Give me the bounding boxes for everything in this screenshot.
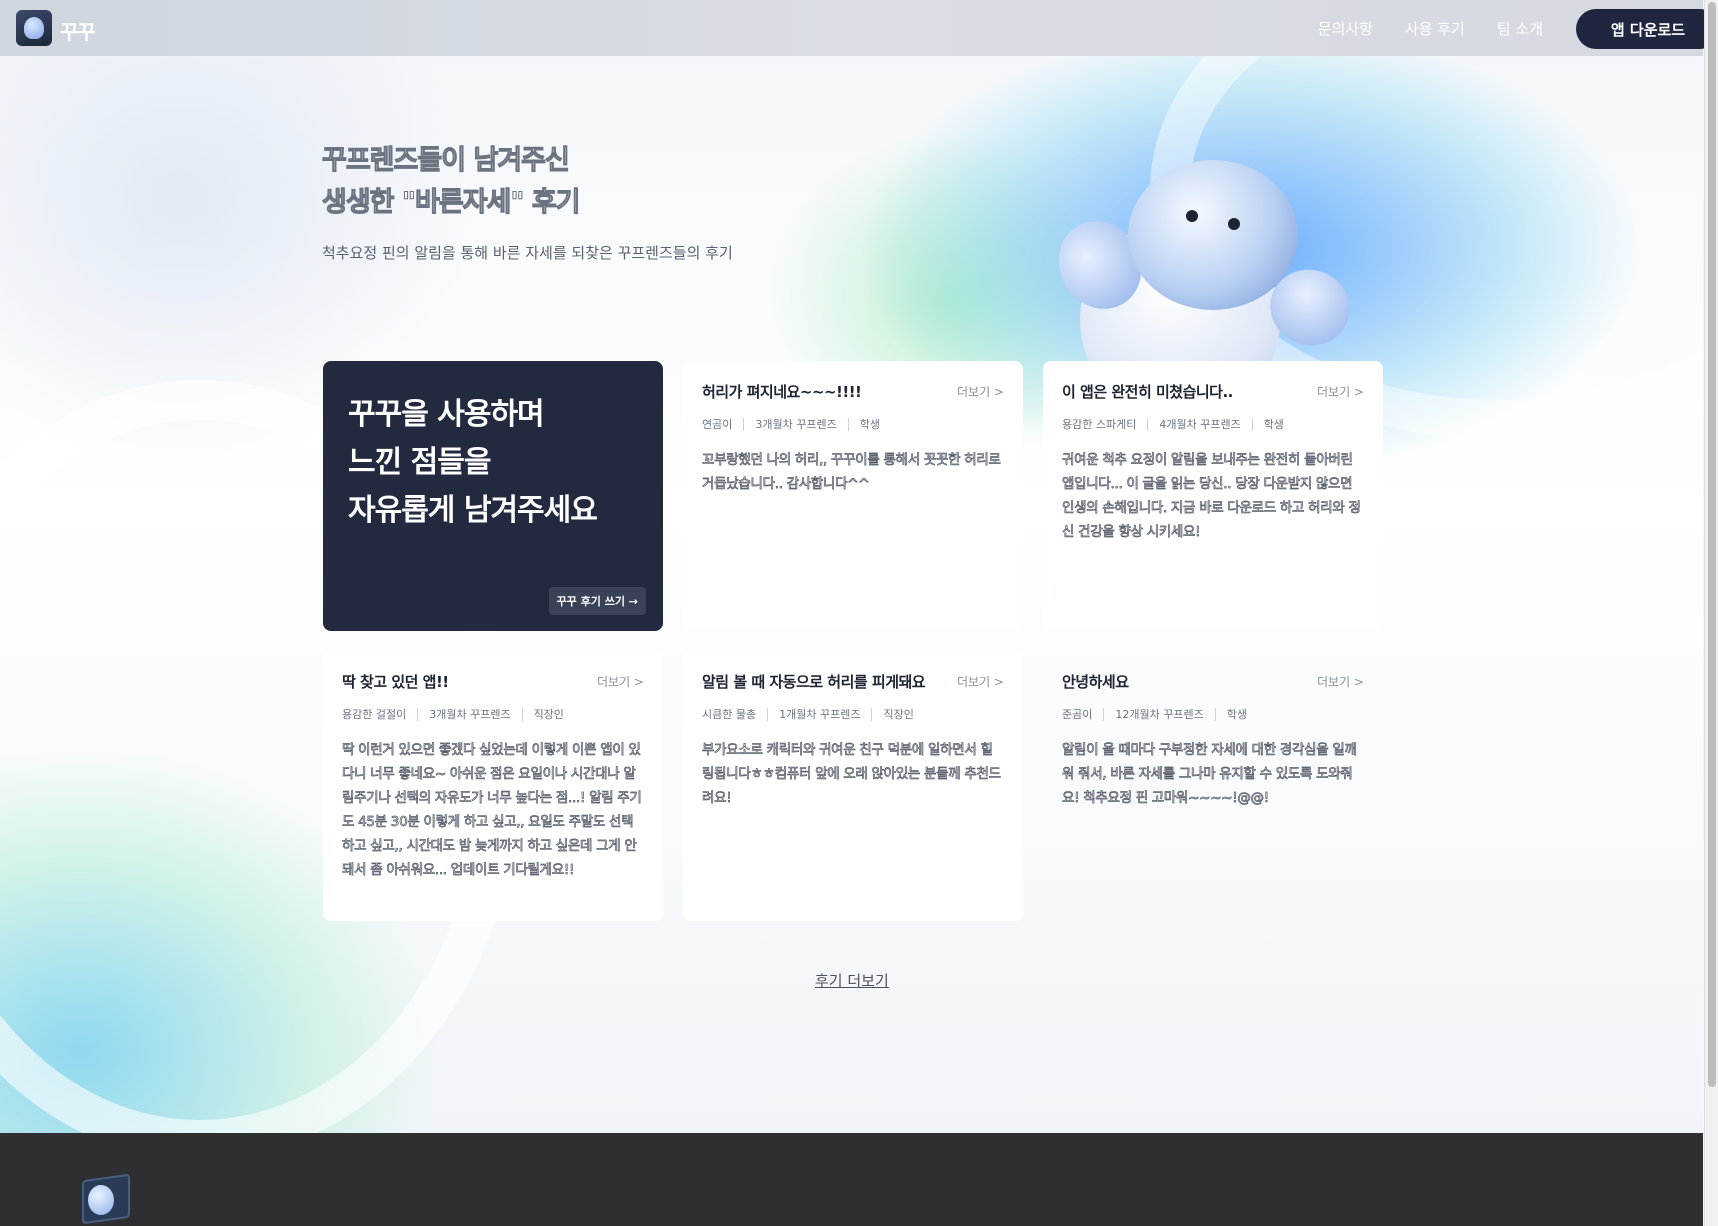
more-link[interactable]: 더보기 >: [957, 673, 1004, 690]
reviewer-job: 학생: [1263, 418, 1284, 431]
more-link[interactable]: 더보기 >: [1317, 383, 1364, 400]
review-meta: 용감한 스파게티 4개월차 꾸프렌즈 학생: [1062, 416, 1364, 432]
load-more-reviews-link[interactable]: 후기 더보기: [815, 970, 889, 991]
review-text: 꼬부랑했던 나의 허리,, 꾸꾸이를 통해서 꼿꼿한 허리로 거듭났습니다.. …: [702, 452, 1002, 493]
reviewer-nickname: 용감한 걸절이: [342, 708, 407, 721]
review-meta: 용감한 걸절이 3개월차 꾸프렌즈 직장인: [342, 706, 644, 722]
review-title: 허리가 펴지네요~~~!!!!: [702, 383, 862, 401]
review-text: 딱 이런거 있으면 좋겠다 싶었는데 이렇게 이쁜 앱이 있다니 너무 좋네요~…: [342, 742, 643, 879]
reviewer-job: 학생: [1226, 708, 1247, 721]
write-review-heading-line2: 느낀 점들을: [348, 445, 491, 480]
nav-item-reviews[interactable]: 사용 후기: [1405, 18, 1465, 39]
footer: [0, 1133, 1703, 1226]
footer-mascot-laptop-icon: [70, 1173, 130, 1225]
reviewer-nickname: 시큼한 물총: [702, 708, 757, 721]
reviewer-nickname: 연곰이: [702, 418, 733, 431]
reviewer-job: 직장인: [533, 708, 564, 721]
usage-period: 12개월차 꾸프렌즈: [1115, 708, 1204, 721]
app-download-button[interactable]: 앱 다운로드: [1576, 9, 1718, 49]
usage-period: 3개월차 꾸프렌즈: [429, 708, 511, 721]
review-meta: 시큼한 물총 1개월차 꾸프렌즈 직장인: [702, 706, 1004, 722]
nav-item-team[interactable]: 팀 소개: [1497, 18, 1543, 39]
review-card: 이 앱은 완전히 미쳤습니다.. 더보기 > 용감한 스파게티 4개월차 꾸프렌…: [1043, 361, 1383, 631]
usage-period: 1개월차 꾸프렌즈: [779, 708, 861, 721]
mascot-logo-icon[interactable]: [16, 10, 52, 46]
review-title: 알림 볼 때 자동으로 허리를 피게돼요: [702, 673, 926, 691]
scrollbar-thumb[interactable]: [1708, 2, 1716, 1087]
more-link[interactable]: 더보기 >: [1317, 673, 1364, 690]
top-navigation-bar: 꾸꾸 문의사항 사용 후기 팀 소개 앱 다운로드: [0, 0, 1718, 56]
mascot-illustration: [1040, 150, 1370, 420]
review-title: 안녕하세요: [1062, 673, 1129, 691]
review-title: 딱 찾고 있던 앱!!: [342, 673, 449, 691]
logo-text[interactable]: 꾸꾸: [60, 16, 96, 45]
reviewer-job: 직장인: [883, 708, 914, 721]
review-card: 허리가 펴지네요~~~!!!! 더보기 > 연곰이 3개월차 꾸프렌즈 학생 꼬…: [683, 361, 1023, 631]
nav-menu: 문의사항 사용 후기 팀 소개: [1318, 0, 1543, 56]
reviewer-nickname: 준곰이: [1062, 708, 1093, 721]
review-card: 안녕하세요 더보기 > 준곰이 12개월차 꾸프렌즈 학생 알림이 올 때마다 …: [1043, 651, 1383, 921]
usage-period: 4개월차 꾸프렌즈: [1159, 418, 1241, 431]
write-review-button[interactable]: 꾸꾸 후기 쓰기 →: [548, 587, 646, 615]
reviewer-nickname: 용감한 스파게티: [1062, 418, 1137, 431]
write-review-card: 꾸꾸을 사용하며 느낀 점들을 자유롭게 남겨주세요 꾸꾸 후기 쓰기 →: [323, 361, 663, 631]
write-review-heading-line1: 꾸꾸을 사용하며: [348, 397, 545, 432]
page-subtitle: 척추요정 핀의 알림을 통해 바른 자세를 되찾은 꾸프렌즈들의 후기: [322, 244, 733, 262]
reviewer-job: 학생: [859, 418, 880, 431]
page-title-line2: 생생한 "바른자세" 후기: [322, 187, 581, 219]
review-meta: 준곰이 12개월차 꾸프렌즈 학생: [1062, 706, 1364, 722]
review-card: 딱 찾고 있던 앱!! 더보기 > 용감한 걸절이 3개월차 꾸프렌즈 직장인 …: [323, 651, 663, 921]
review-card: 알림 볼 때 자동으로 허리를 피게돼요 더보기 > 시큼한 물총 1개월차 꾸…: [683, 651, 1023, 921]
page-title-line1: 꾸프렌즈들이 남겨주신: [322, 145, 571, 177]
page-title: 꾸프렌즈들이 남겨주신 생생한 "바른자세" 후기: [322, 140, 581, 224]
review-text: 귀여운 척추 요정이 알림을 보내주는 완전히 돌아버린 앱입니다... 이 글…: [1062, 452, 1362, 541]
write-review-heading: 꾸꾸을 사용하며 느낀 점들을 자유롭게 남겨주세요: [348, 391, 638, 535]
usage-period: 3개월차 꾸프렌즈: [755, 418, 837, 431]
review-title: 이 앱은 완전히 미쳤습니다..: [1062, 383, 1233, 401]
review-text: 부가요소로 캐릭터와 귀여운 친구 덕분에 일하면서 힐링됩니다ㅎㅎ컴퓨터 앞에…: [702, 742, 1002, 807]
more-link[interactable]: 더보기 >: [597, 673, 644, 690]
nav-item-inquiry[interactable]: 문의사항: [1318, 18, 1373, 39]
scrollbar[interactable]: [1704, 0, 1718, 1226]
review-meta: 연곰이 3개월차 꾸프렌즈 학생: [702, 416, 1004, 432]
more-link[interactable]: 더보기 >: [957, 383, 1004, 400]
review-text: 알림이 올 때마다 구부정한 자세에 대한 경각심을 일깨워 줘서, 바른 자세…: [1062, 742, 1358, 807]
write-review-heading-line3: 자유롭게 남겨주세요: [348, 493, 598, 528]
